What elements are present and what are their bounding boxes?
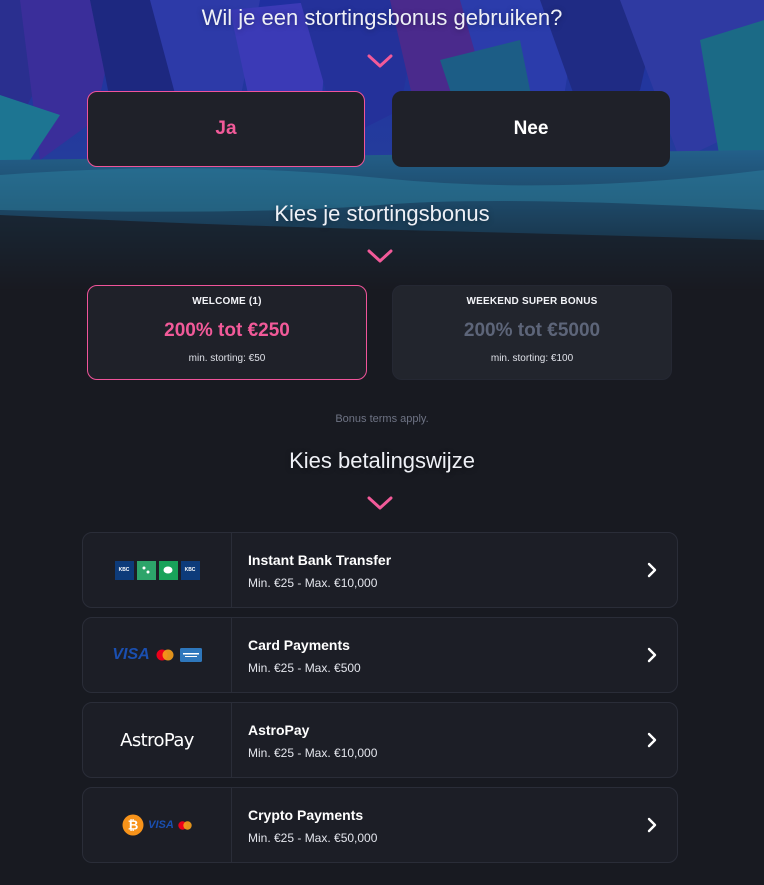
bonus-min-deposit: min. storting: €100 <box>490 353 574 364</box>
crypto-logos: ₿ VISA <box>83 788 232 862</box>
payment-method-card-payments[interactable]: VISA Card Payments Min. €25 - Max. €500 <box>82 617 678 693</box>
card-logos: VISA <box>83 618 232 692</box>
bonus-min-deposit: min. storting: €50 <box>188 353 266 364</box>
bank-logo-green-2 <box>158 560 178 580</box>
amex-logo <box>179 648 202 662</box>
payment-limits: Min. €25 - Max. €10,000 <box>248 746 378 760</box>
payment-name: Crypto Payments <box>248 807 364 823</box>
mastercard-logo <box>178 820 192 830</box>
bonus-amount: 200% tot €250 <box>164 320 290 341</box>
bitcoin-icon: ₿ <box>122 814 144 836</box>
bonus-amount: 200% tot €5000 <box>463 320 601 341</box>
svg-text:₿: ₿ <box>128 819 139 834</box>
no-button[interactable]: Nee <box>392 91 670 167</box>
yes-label: Ja <box>215 118 237 139</box>
payment-section-title: Kies betalingswijze <box>289 448 475 473</box>
mastercard-logo <box>156 649 174 661</box>
no-label: Nee <box>513 118 549 139</box>
chevron-right-icon <box>647 647 657 663</box>
payment-method-astropay[interactable]: AstroPay AstroPay Min. €25 - Max. €10,00… <box>82 702 678 778</box>
bank-logo-green <box>136 560 156 580</box>
visa-logo: VISA <box>112 646 150 663</box>
deposit-question-title: Wil je een stortingsbonus gebruiken? <box>201 5 563 30</box>
chevron-down-icon <box>367 496 393 510</box>
payment-name: AstroPay <box>248 722 310 738</box>
chevron-down-icon <box>367 249 393 263</box>
kbc-logo: KBC <box>180 560 200 580</box>
bonus-card-welcome[interactable]: WELCOME (1) 200% tot €250 min. storting:… <box>87 285 367 380</box>
chevron-down-icon <box>367 54 393 68</box>
bank-logos: KBC KBC <box>83 533 232 607</box>
payment-method-crypto-payments[interactable]: ₿ VISA Crypto Payments Min. €25 - Max. €… <box>82 787 678 863</box>
kbc-logo: KBC <box>114 560 134 580</box>
payment-limits: Min. €25 - Max. €50,000 <box>248 831 378 845</box>
payment-limits: Min. €25 - Max. €10,000 <box>248 576 378 590</box>
visa-logo: VISA <box>148 819 174 831</box>
chevron-right-icon <box>647 817 657 833</box>
bonus-name: WELCOME (1) <box>192 296 262 307</box>
bonus-section-title: Kies je stortingsbonus <box>274 201 490 226</box>
yes-button[interactable]: Ja <box>87 91 365 167</box>
payment-name: Card Payments <box>248 637 350 653</box>
chevron-right-icon <box>647 562 657 578</box>
chevron-right-icon <box>647 732 657 748</box>
bonus-name: WEEKEND SUPER BONUS <box>466 296 598 307</box>
bonus-card-weekend[interactable]: WEEKEND SUPER BONUS 200% tot €5000 min. … <box>392 285 672 380</box>
bonus-terms: Bonus terms apply. <box>335 413 429 425</box>
astropay-logo: AstroPay <box>83 703 232 777</box>
astropay-logo-text: AstroPay <box>120 729 194 751</box>
payment-method-instant-bank-transfer[interactable]: KBC KBC Instant Bank Transfer Min. €25 -… <box>82 532 678 608</box>
payment-limits: Min. €25 - Max. €500 <box>248 661 361 675</box>
payment-name: Instant Bank Transfer <box>248 552 392 568</box>
